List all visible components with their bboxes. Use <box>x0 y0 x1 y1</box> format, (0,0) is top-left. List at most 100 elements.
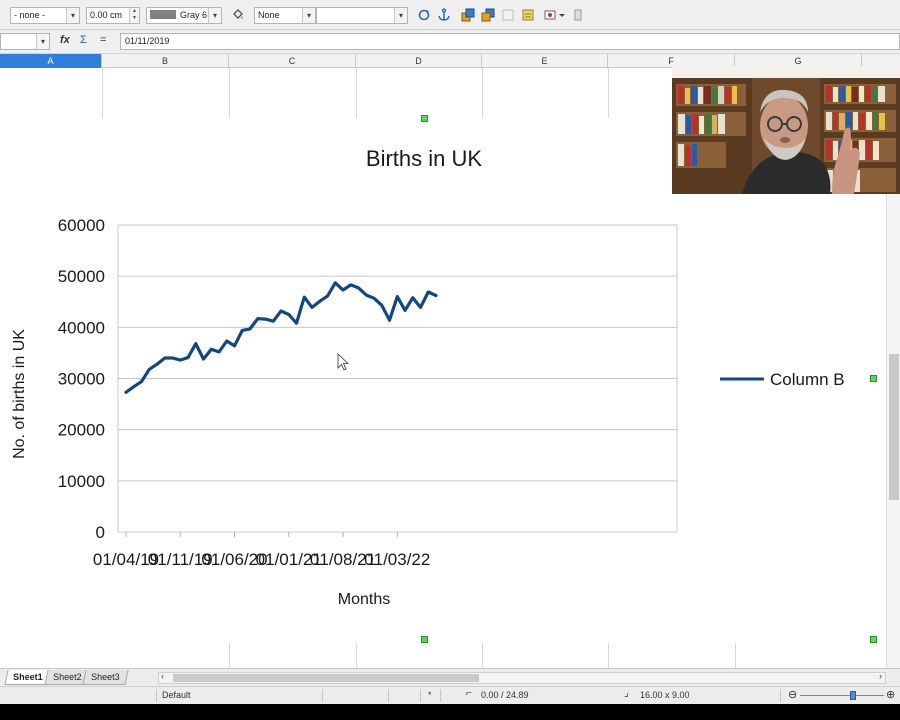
position-icon: ⌐ <box>466 688 472 699</box>
status-separator <box>388 689 389 702</box>
rotate-icon[interactable] <box>416 7 432 23</box>
formula-input[interactable]: 01/11/2019 <box>120 33 900 50</box>
chevron-down-icon[interactable]: ▾ <box>394 8 407 23</box>
horizontal-scroll-thumb[interactable] <box>173 674 479 682</box>
selection-handle[interactable] <box>870 636 877 643</box>
data-point <box>217 350 221 354</box>
selection-handle[interactable] <box>421 636 428 643</box>
line-style-value: - none - <box>14 10 46 20</box>
presenter-video-image <box>672 66 900 194</box>
data-point <box>272 319 275 323</box>
data-point <box>341 288 345 292</box>
chevron-down-icon[interactable]: ▾ <box>302 8 315 23</box>
data-point <box>171 356 174 360</box>
legend-label: Column B <box>770 370 845 389</box>
vertical-scroll-thumb[interactable] <box>889 354 899 500</box>
sheet-tab-sheet3[interactable]: Sheet3 <box>82 670 129 685</box>
alignment-icon[interactable] <box>544 7 566 23</box>
column-header-b[interactable]: B <box>102 54 229 68</box>
area-style-dropdown[interactable]: None ▾ <box>254 7 316 24</box>
data-point <box>411 296 414 299</box>
sum-icon[interactable]: Σ <box>80 34 87 46</box>
line-style-dropdown[interactable]: - none - ▾ <box>10 7 80 24</box>
y-tick-label: 30000 <box>58 370 105 389</box>
chevron-down-icon[interactable]: ▾ <box>208 8 221 23</box>
y-axis-title: No. of births in UK <box>11 329 28 459</box>
zoom-slider-thumb[interactable] <box>850 691 856 700</box>
data-point <box>124 391 128 394</box>
data-point <box>365 293 368 297</box>
paint-bucket-icon[interactable] <box>230 7 246 23</box>
data-point <box>210 348 213 351</box>
data-point <box>148 368 151 371</box>
scroll-left-icon[interactable]: ‹ <box>161 671 164 681</box>
y-tick-label: 20000 <box>58 421 105 440</box>
data-point <box>380 304 383 307</box>
column-header-a[interactable]: A <box>0 54 102 68</box>
bring-to-front-icon[interactable] <box>460 7 476 23</box>
status-separator <box>322 689 323 702</box>
data-point <box>303 295 306 299</box>
data-point <box>349 283 352 287</box>
data-point <box>434 294 438 297</box>
data-point <box>233 344 236 347</box>
page-style-label[interactable]: Default <box>162 690 191 700</box>
data-point <box>186 356 190 359</box>
data-point <box>225 339 228 343</box>
line-color-dropdown[interactable]: Gray 6 ▾ <box>146 7 222 24</box>
sheet-tab-bar: Sheet1 Sheet2 Sheet3 ‹ › <box>0 668 900 686</box>
function-wizard-icon[interactable]: fx <box>60 34 70 46</box>
column-header-c[interactable]: C <box>229 54 356 68</box>
toolbar-overflow-icon[interactable] <box>574 7 582 23</box>
area-fill-dropdown[interactable]: ▾ <box>316 7 408 24</box>
y-tick-label: 50000 <box>58 267 105 286</box>
anchor-icon[interactable] <box>436 7 452 23</box>
formula-bar: ▾ fx Σ = 01/11/2019 <box>0 30 900 54</box>
selection-handle[interactable] <box>421 115 428 122</box>
object-size-readout: 16.00 x 9.00 <box>640 690 690 700</box>
horizontal-scrollbar[interactable]: ‹ › <box>158 671 886 684</box>
column-header-e[interactable]: E <box>482 54 608 68</box>
sheet-tab-label: Sheet1 <box>13 672 43 682</box>
data-point <box>256 317 259 320</box>
spin-arrows-icon[interactable]: ▲ ▼ <box>129 8 139 23</box>
name-box[interactable]: ▾ <box>0 33 50 50</box>
data-point <box>326 294 329 298</box>
line-width-field[interactable]: 0.00 cm ▲ ▼ <box>86 7 140 24</box>
zoom-slider[interactable] <box>800 695 884 696</box>
zoom-out-icon[interactable]: ⊖ <box>788 688 797 701</box>
column-header-d[interactable]: D <box>356 54 482 68</box>
data-point <box>318 300 321 303</box>
data-point <box>427 290 430 294</box>
data-point <box>334 281 337 285</box>
status-separator <box>156 689 157 702</box>
to-foreground-icon[interactable] <box>520 7 536 23</box>
data-point <box>179 358 182 362</box>
scroll-right-icon[interactable]: › <box>879 671 882 681</box>
formula-icon[interactable]: = <box>100 34 106 46</box>
status-separator <box>440 689 441 702</box>
data-point <box>396 295 399 298</box>
sheet-tab-label: Sheet2 <box>53 672 82 682</box>
data-point <box>140 380 143 383</box>
data-point <box>241 329 244 332</box>
data-point <box>248 327 252 331</box>
data-point <box>155 362 159 366</box>
y-tick-label: 60000 <box>58 216 105 235</box>
object-position-readout: 0.00 / 24.89 <box>481 690 529 700</box>
line-width-value: 0.00 cm <box>90 10 123 20</box>
chevron-down-icon[interactable]: ▾ <box>66 8 79 23</box>
to-background-icon[interactable] <box>500 7 516 23</box>
y-tick-label: 10000 <box>58 472 105 491</box>
x-axis-title: Months <box>338 591 390 608</box>
data-point <box>310 306 314 309</box>
data-point <box>403 309 407 312</box>
spreadsheet-window: - none - ▾ 0.00 cm ▲▼ Gray 6 ▾ None ▾ ▾ <box>0 0 900 720</box>
document-modified-indicator[interactable]: * <box>428 690 432 700</box>
chevron-down-icon[interactable]: ▾ <box>36 34 49 49</box>
selection-handle[interactable] <box>870 375 877 382</box>
data-point <box>372 296 376 300</box>
data-point <box>132 385 135 388</box>
zoom-in-icon[interactable]: ⊕ <box>886 688 895 701</box>
send-to-back-icon[interactable] <box>480 7 496 23</box>
